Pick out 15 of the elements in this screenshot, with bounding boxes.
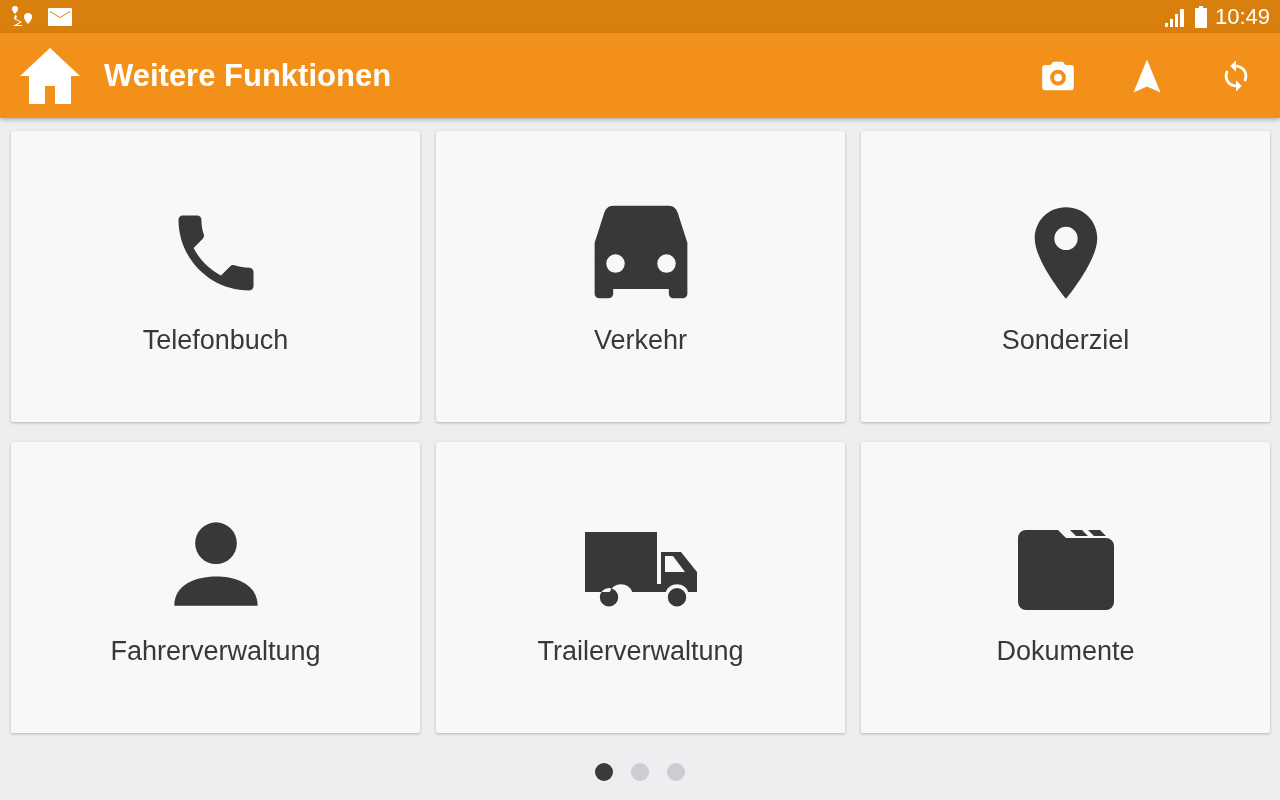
menu-tile[interactable]: Dokumente (861, 442, 1270, 733)
signal-icon (1164, 6, 1187, 27)
menu-tile[interactable]: Verkehr (436, 131, 845, 422)
page-indicator-dot[interactable] (667, 763, 685, 781)
mail-icon (48, 7, 72, 26)
menu-tile[interactable]: Telefonbuch (11, 131, 420, 422)
route-icon (10, 5, 34, 28)
menu-tile[interactable]: Trailerverwaltung (436, 442, 845, 733)
menu-tile[interactable]: Sonderziel (861, 131, 1270, 422)
menu-tile[interactable]: Fahrerverwaltung (11, 442, 420, 733)
battery-icon (1194, 5, 1207, 28)
clock-time: 10:49 (1214, 3, 1270, 30)
page-indicator-dot[interactable] (631, 763, 649, 781)
page-indicator-dot[interactable] (595, 763, 613, 781)
screen-title: Weitere Funktionen (104, 57, 392, 94)
